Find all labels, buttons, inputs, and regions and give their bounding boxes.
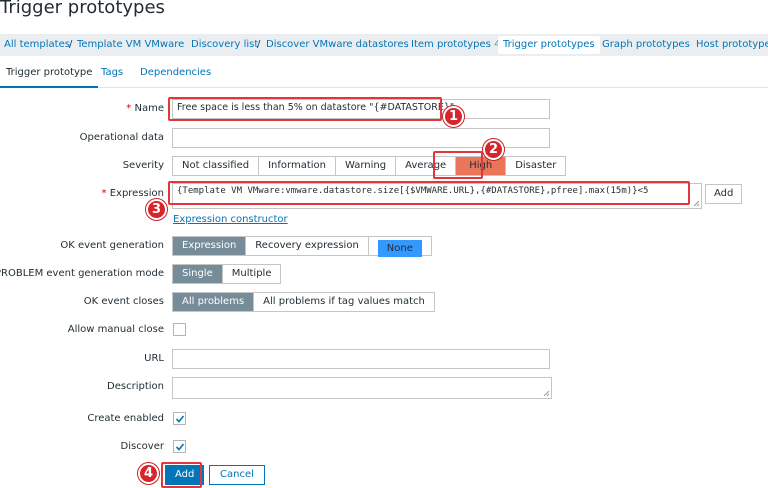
create-enabled-checkbox[interactable] (173, 412, 186, 425)
crumb-all-templates[interactable]: All templates (4, 39, 70, 50)
required-mark: * (101, 188, 107, 199)
ok-event-closes-selector: All problems All problems if tag values … (172, 292, 435, 312)
severity-not-classified[interactable]: Not classified (173, 157, 260, 175)
ok-event-none-label: None (377, 240, 422, 257)
expression-label: * Expression (102, 188, 164, 199)
crumb-discovery-list[interactable]: Discovery list (191, 39, 258, 50)
ok-closes-all-problems[interactable]: All problems (173, 293, 255, 311)
severity-selector: Not classified Information Warning Avera… (172, 156, 567, 176)
url-label: URL (144, 353, 164, 364)
page-title: Trigger prototypes (0, 0, 165, 18)
nav-host-prototypes[interactable]: Host prototypes (696, 39, 768, 50)
description-textarea[interactable] (172, 377, 552, 399)
annotation-badge-2: 2 (483, 139, 504, 160)
annotation-badge-3: 3 (146, 199, 167, 220)
breadcrumb: All templates / Template VM VMware Disco… (0, 34, 768, 56)
crumb-discovery-rule[interactable]: Discover VMware datastores (266, 39, 409, 50)
severity-label: Severity (122, 160, 164, 171)
create-enabled-label: Create enabled (87, 413, 164, 424)
severity-warning[interactable]: Warning (336, 157, 397, 175)
operational-data-label: Operational data (79, 132, 164, 143)
allow-manual-close-label: Allow manual close (67, 324, 164, 335)
ok-event-recovery-expression[interactable]: Recovery expression (246, 237, 369, 255)
nav-item-prototypes-label: Item prototypes (411, 39, 491, 50)
expression-label-text: Expression (109, 188, 164, 199)
ok-event-generation-selector: Expression Recovery expression None (172, 236, 432, 257)
annotation-highlight-1 (168, 97, 442, 121)
annotation-highlight-3 (168, 181, 690, 205)
required-mark: * (126, 103, 132, 114)
crumb-separator: / (257, 39, 261, 50)
ok-event-none[interactable]: None (369, 237, 431, 257)
annotation-highlight-4 (161, 462, 202, 488)
description-label: Description (107, 381, 164, 392)
nav-item-prototypes[interactable]: Item prototypes 4 (411, 39, 500, 50)
discover-checkbox[interactable] (173, 440, 186, 453)
annotation-highlight-2 (433, 151, 483, 179)
tab-dependencies[interactable]: Dependencies (134, 67, 217, 88)
nav-trigger-prototypes[interactable]: Trigger prototypes (498, 36, 600, 54)
severity-disaster[interactable]: Disaster (506, 157, 565, 175)
allow-manual-close-checkbox[interactable] (173, 323, 186, 336)
crumb-template[interactable]: Template VM VMware (77, 39, 184, 50)
severity-information[interactable]: Information (259, 157, 336, 175)
ok-closes-tag-match[interactable]: All problems if tag values match (254, 293, 434, 311)
problem-mode-multiple[interactable]: Multiple (223, 265, 281, 283)
name-label: * Name (126, 103, 164, 114)
ok-event-generation-label: OK event generation (60, 240, 164, 251)
problem-mode-single[interactable]: Single (173, 265, 223, 283)
tab-trigger-prototype[interactable]: Trigger prototype (0, 67, 99, 88)
resize-handle-icon[interactable] (543, 390, 550, 397)
cancel-button[interactable]: Cancel (209, 465, 265, 485)
problem-event-mode-label: PROBLEM event generation mode (0, 268, 164, 279)
tab-tags[interactable]: Tags (95, 67, 129, 88)
checkmark-icon (175, 415, 185, 423)
url-input[interactable] (172, 349, 550, 369)
form-tabs: Trigger prototype Tags Dependencies (0, 62, 768, 88)
ok-event-expression[interactable]: Expression (173, 237, 247, 255)
problem-event-mode-selector: Single Multiple (172, 264, 282, 284)
expression-add-button[interactable]: Add (705, 184, 743, 204)
ok-event-closes-label: OK event closes (83, 296, 164, 307)
discover-label: Discover (120, 441, 165, 452)
crumb-separator: / (69, 39, 73, 50)
checkmark-icon (175, 443, 185, 451)
annotation-badge-4: 4 (138, 463, 159, 484)
expression-constructor-link[interactable]: Expression constructor (173, 214, 288, 225)
nav-graph-prototypes[interactable]: Graph prototypes (602, 39, 690, 50)
annotation-badge-1: 1 (443, 106, 464, 127)
name-label-text: Name (134, 103, 164, 114)
resize-handle-icon[interactable] (693, 200, 700, 207)
